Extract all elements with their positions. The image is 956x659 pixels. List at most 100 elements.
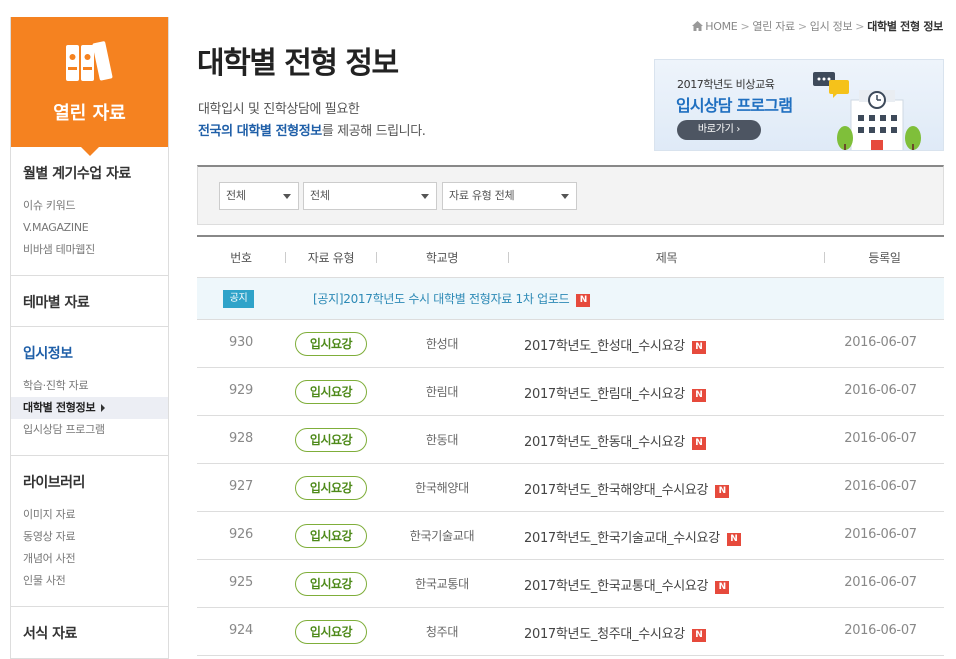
- sidebar-item-theme-webzine[interactable]: 비바샘 테마웹진: [11, 239, 168, 261]
- new-icon: N: [715, 485, 730, 498]
- sidebar-item-counseling-program[interactable]: 입시상담 프로그램: [11, 419, 168, 441]
- row-school: 한림대: [425, 385, 459, 399]
- row-subject-text: 2017학년도_한동대_수시요강: [524, 435, 685, 450]
- row-subject-link[interactable]: 2017학년도_한국해양대_수시요강 N: [524, 479, 730, 498]
- header-number: 번호: [230, 251, 252, 265]
- row-school: 한국교통대: [415, 577, 469, 591]
- sidebar-section-title[interactable]: 라이브러리: [23, 472, 168, 492]
- row-subject-link[interactable]: 2017학년도_청주대_수시요강 N: [524, 623, 706, 642]
- description-line-2: 전국의 대학별 전형정보를 제공해 드립니다.: [198, 121, 426, 143]
- chevron-right-icon: >: [740, 20, 750, 33]
- table-row[interactable]: 924 입시요강 청주대 2017학년도_청주대_수시요강 N 2016-06-0…: [197, 608, 944, 656]
- chevron-right-icon: >: [797, 20, 807, 33]
- caret-down-icon: [283, 194, 291, 199]
- row-subject-text: 2017학년도_청주대_수시요강: [524, 627, 685, 642]
- page-description: 대학입시 및 진학상담에 필요한 전국의 대학별 전형정보를 제공해 드립니다.: [198, 99, 426, 143]
- speech-bubble-icon: [813, 72, 849, 98]
- table-row[interactable]: 927 입시요강 한국해양대 2017학년도_한국해양대_수시요강 N 2016-…: [197, 464, 944, 512]
- sidebar-item-vmagazine[interactable]: V.MAGAZINE: [11, 217, 168, 239]
- sidebar-section-forms: 서식 자료: [11, 607, 168, 657]
- new-icon: N: [691, 389, 706, 402]
- counseling-program-banner[interactable]: 2017학년도 비상교육 입시상담 프로그램 바로가기 ›: [654, 59, 944, 151]
- type-badge: 입시요강: [295, 572, 367, 596]
- filter-bar: 전체 전체 자료 유형 전체: [197, 165, 944, 225]
- table-header: 번호 자료 유형 학교명 제목 등록일: [197, 235, 944, 278]
- sidebar-section-title[interactable]: 입시정보: [23, 343, 168, 363]
- row-subject-link[interactable]: 2017학년도_한국기술교대_수시요강 N: [524, 527, 741, 546]
- school-select-value: 전체: [310, 189, 330, 202]
- sidebar-item-glossary[interactable]: 개념어 사전: [11, 548, 168, 570]
- row-subject-text: 2017학년도_한국교통대_수시요강: [524, 579, 709, 594]
- type-badge: 입시요강: [295, 380, 367, 404]
- admission-table: 번호 자료 유형 학교명 제목 등록일 공지 [공지]2017학년도 수시 대학…: [197, 235, 944, 656]
- table-row[interactable]: 925 입시요강 한국교통대 2017학년도_한국교통대_수시요강 N 2016-…: [197, 560, 944, 608]
- type-select[interactable]: 자료 유형 전체: [442, 182, 577, 210]
- sidebar-item-people[interactable]: 인물 사전: [11, 570, 168, 592]
- notice-row[interactable]: 공지 [공지]2017학년도 수시 대학별 전형자료 1차 업로드 N: [197, 278, 944, 320]
- new-icon: N: [691, 437, 706, 450]
- row-school: 청주대: [425, 625, 459, 639]
- breadcrumb-home[interactable]: HOME: [705, 20, 737, 33]
- region-select-value: 전체: [226, 189, 246, 202]
- breadcrumb-current: 대학별 전형 정보: [867, 20, 943, 33]
- binders-icon: [66, 41, 113, 81]
- sidebar-section-title[interactable]: 테마별 자료: [23, 292, 168, 312]
- breadcrumb: HOME > 열린 자료 > 입시 정보 > 대학별 전형 정보: [692, 18, 943, 34]
- new-icon: N: [726, 533, 741, 546]
- notice-tag: 공지: [223, 290, 254, 308]
- banner-go-button[interactable]: 바로가기 ›: [677, 120, 761, 140]
- row-date: 2016-06-07: [844, 431, 917, 446]
- page-title: 대학별 전형 정보: [197, 46, 399, 81]
- row-subject-link[interactable]: 2017학년도_한국교통대_수시요강 N: [524, 575, 730, 594]
- row-number: 925: [229, 575, 253, 590]
- row-date: 2016-06-07: [844, 527, 917, 542]
- row-subject-link[interactable]: 2017학년도_한성대_수시요강 N: [524, 335, 706, 354]
- new-icon: N: [715, 581, 730, 594]
- row-school: 한국해양대: [415, 481, 469, 495]
- table-row[interactable]: 928 입시요강 한동대 2017학년도_한동대_수시요강 N 2016-06-0…: [197, 416, 944, 464]
- row-subject-link[interactable]: 2017학년도_한림대_수시요강 N: [524, 383, 706, 402]
- new-icon: N: [576, 294, 591, 307]
- sidebar-item-study-materials[interactable]: 학습·진학 자료: [11, 375, 168, 397]
- breadcrumb-admission-info[interactable]: 입시 정보: [810, 20, 853, 33]
- row-subject-link[interactable]: 2017학년도_한동대_수시요강 N: [524, 431, 706, 450]
- sidebar-item-images[interactable]: 이미지 자료: [11, 504, 168, 526]
- school-select[interactable]: 전체: [303, 182, 437, 210]
- sidebar-header-notch: [81, 147, 99, 156]
- row-school: 한동대: [425, 433, 459, 447]
- sidebar-item-university-admission[interactable]: 대학별 전형정보: [11, 397, 168, 419]
- row-number: 929: [229, 383, 253, 398]
- row-subject-text: 2017학년도_한성대_수시요강: [524, 339, 685, 354]
- notice-title-text: [공지]2017학년도 수시 대학별 전형자료 1차 업로드: [313, 292, 570, 306]
- type-badge: 입시요강: [295, 476, 367, 500]
- row-number: 930: [229, 335, 253, 350]
- table-row[interactable]: 926 입시요강 한국기술교대 2017학년도_한국기술교대_수시요강 N 201…: [197, 512, 944, 560]
- header-date: 등록일: [868, 251, 901, 265]
- table-row[interactable]: 929 입시요강 한림대 2017학년도_한림대_수시요강 N 2016-06-0…: [197, 368, 944, 416]
- breadcrumb-open-materials[interactable]: 열린 자료: [752, 20, 795, 33]
- sidebar-item-label: 대학별 전형정보: [23, 401, 96, 414]
- building-icon: [813, 72, 921, 150]
- row-number: 928: [229, 431, 253, 446]
- description-highlight: 전국의 대학별 전형정보: [198, 124, 322, 139]
- sidebar-section-monthly: 월별 계기수업 자료 이슈 키워드 V.MAGAZINE 비바샘 테마웹진: [11, 147, 168, 276]
- sidebar-title: 열린 자료: [53, 103, 126, 124]
- notice-title-link[interactable]: [공지]2017학년도 수시 대학별 전형자료 1차 업로드 N: [313, 290, 591, 307]
- sidebar-item-videos[interactable]: 동영상 자료: [11, 526, 168, 548]
- type-badge: 입시요강: [295, 428, 367, 452]
- row-date: 2016-06-07: [844, 479, 917, 494]
- region-select[interactable]: 전체: [219, 182, 299, 210]
- sidebar-section-title[interactable]: 월별 계기수업 자료: [23, 163, 168, 183]
- sidebar-item-issue-keyword[interactable]: 이슈 키워드: [11, 195, 168, 217]
- type-select-value: 자료 유형 전체: [449, 189, 515, 202]
- sidebar-header[interactable]: 열린 자료: [11, 17, 168, 156]
- sidebar-section-title[interactable]: 서식 자료: [23, 623, 168, 643]
- description-rest: 를 제공해 드립니다.: [321, 124, 426, 139]
- row-date: 2016-06-07: [844, 623, 917, 638]
- row-school: 한국기술교대: [409, 529, 475, 543]
- caret-down-icon: [561, 194, 569, 199]
- table-row[interactable]: 930 입시요강 한성대 2017학년도_한성대_수시요강 N 2016-06-0…: [197, 320, 944, 368]
- description-line-1: 대학입시 및 진학상담에 필요한: [198, 102, 360, 117]
- type-badge: 입시요강: [295, 620, 367, 644]
- type-badge: 입시요강: [295, 524, 367, 548]
